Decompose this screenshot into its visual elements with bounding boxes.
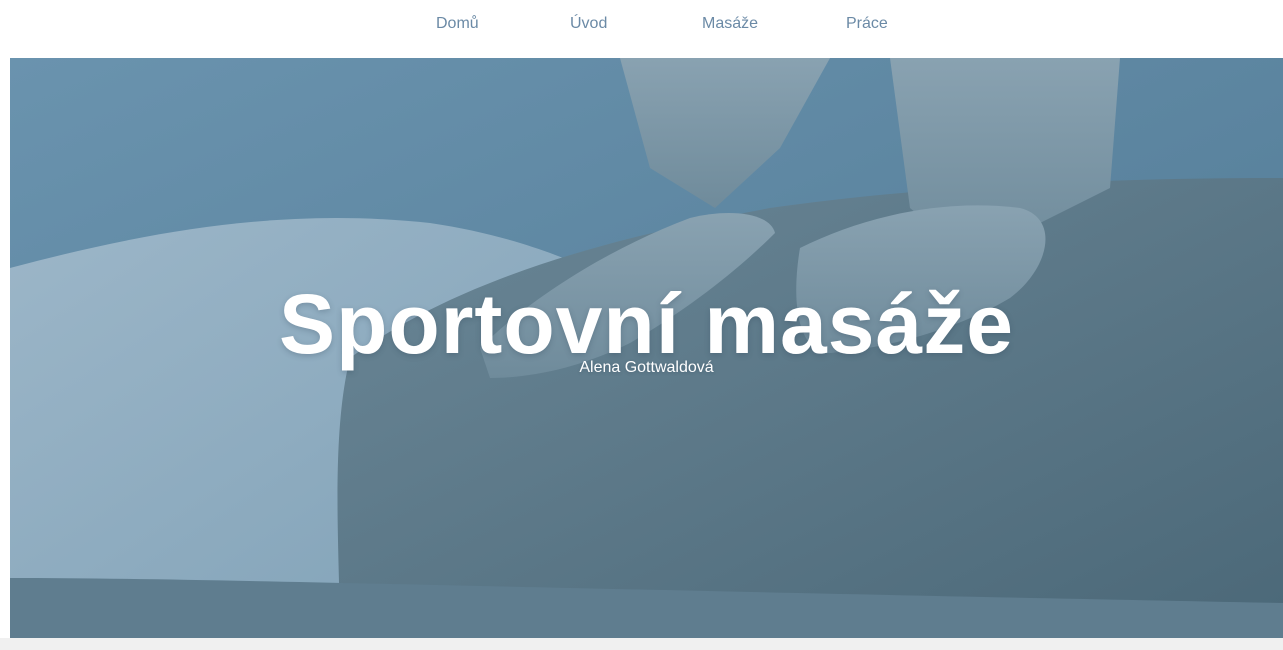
nav-link-masaze[interactable]: Masáže xyxy=(702,14,758,34)
hero-subtitle: Alena Gottwaldová xyxy=(579,359,714,376)
footer-strip xyxy=(0,638,1283,650)
nav-link-domu[interactable]: Domů xyxy=(436,14,479,34)
page: Domů Úvod Masáže Práce Sportovní masáže … xyxy=(0,0,1283,650)
nav-link-uvod[interactable]: Úvod xyxy=(570,14,607,34)
top-navigation: Domů Úvod Masáže Práce xyxy=(0,0,1283,58)
hero-banner: Sportovní masáže Alena Gottwaldová xyxy=(10,58,1283,638)
nav-link-prace[interactable]: Práce xyxy=(846,14,888,34)
